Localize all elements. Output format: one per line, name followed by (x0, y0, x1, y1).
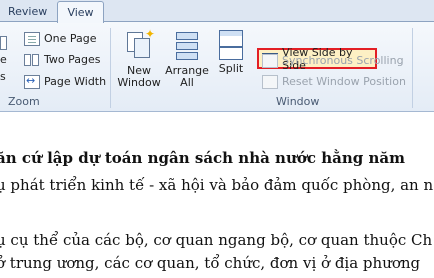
reset-window-position-label: Reset Window Position (282, 75, 406, 88)
partial-zoom-button-3[interactable]: s (0, 68, 6, 85)
split-button[interactable]: Split (214, 26, 248, 75)
page-width-label: Page Width (44, 75, 107, 88)
window-group-label: Window (276, 95, 320, 108)
split-label: Split (218, 62, 244, 75)
document-line: ở trung ương, các cơ quan, tổ chức, đơn … (0, 254, 421, 272)
one-page-icon (24, 31, 40, 46)
partial-zoom-button-2[interactable]: e (0, 51, 7, 68)
document-line: ụ phát triển kinh tế - xã hội và bảo đảm… (0, 176, 434, 194)
arrange-all-label-2: All (180, 76, 194, 89)
one-page-button[interactable]: One Page (24, 30, 97, 47)
new-window-button[interactable]: ✦ New Window (116, 26, 162, 89)
ribbon-view: e s One Page Two Pages Page Width Zoom ✦… (0, 22, 434, 112)
partial-zoom-button-1[interactable] (0, 34, 7, 51)
arrange-all-button[interactable]: Arrange All (164, 26, 210, 89)
partial-label: e (0, 53, 7, 66)
two-pages-icon (24, 53, 40, 67)
partial-label: s (0, 70, 6, 83)
group-separator (412, 28, 413, 108)
synchronous-scrolling-icon (262, 53, 278, 68)
zoom-group-label: Zoom (8, 95, 40, 108)
page-icon (0, 35, 7, 50)
arrange-all-icon (173, 30, 201, 62)
two-pages-button[interactable]: Two Pages (24, 51, 100, 68)
group-separator (110, 28, 111, 108)
two-pages-label: Two Pages (44, 53, 101, 66)
split-icon (219, 30, 243, 60)
reset-window-position-button[interactable]: Reset Window Position (262, 73, 406, 90)
tab-review[interactable]: Review (2, 3, 53, 22)
ribbon-tab-strip: Review View (0, 0, 434, 23)
synchronous-scrolling-button[interactable]: Synchronous Scrolling (262, 52, 404, 69)
document-line: ụ cụ thể của các bộ, cơ quan ngang bộ, c… (0, 231, 433, 249)
document-body[interactable]: ăn cứ lập dự toán ngân sách nhà nước hằn… (0, 113, 434, 278)
page-width-button[interactable]: Page Width (24, 73, 106, 90)
new-window-icon: ✦ (125, 28, 155, 62)
new-window-label-2: Window (117, 76, 161, 89)
document-heading: ăn cứ lập dự toán ngân sách nhà nước hằn… (0, 149, 405, 167)
tab-view[interactable]: View (57, 1, 104, 23)
page-width-icon (24, 74, 40, 89)
reset-window-position-icon (262, 74, 278, 89)
one-page-label: One Page (44, 32, 97, 45)
synchronous-scrolling-label: Synchronous Scrolling (282, 54, 404, 67)
